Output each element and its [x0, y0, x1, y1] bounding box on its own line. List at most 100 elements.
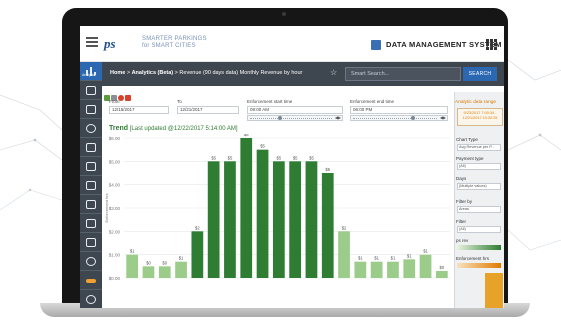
bar [142, 266, 155, 278]
bar [387, 261, 399, 278]
ticket-icon [86, 279, 96, 283]
monitor-icon [86, 105, 96, 114]
document-icon [86, 181, 96, 190]
apps-grid-icon[interactable] [486, 39, 497, 50]
sidebar-item-close[interactable] [80, 214, 102, 233]
sidebar-item-analytics[interactable]: Analytic [80, 62, 102, 81]
sidebar-item-enforcement[interactable] [80, 138, 102, 157]
bar [126, 254, 139, 278]
stepper-arrows-icon[interactable]: ◀▶ [440, 115, 446, 120]
chart-title: Trend [Last updated @12/22/2017 5:14:00 … [109, 125, 238, 132]
sidebar-item-signal[interactable] [80, 290, 102, 308]
enforcement-color-legend [457, 263, 501, 268]
car-icon [86, 124, 96, 133]
start-time-input[interactable]: 09:00 AM [247, 106, 343, 114]
favorite-star-icon[interactable]: ☆ [330, 68, 337, 77]
bar-data-label: $1 [407, 253, 412, 258]
y-tick-label: $5.00 [109, 159, 121, 164]
sidebar-item-documents[interactable] [80, 176, 102, 195]
top-header: ps SMARTER PARKINGS for SMART CITIES DAT… [80, 26, 504, 62]
breadcrumb-separator: > [174, 70, 178, 76]
sidebar-item-reports[interactable] [80, 233, 102, 252]
sidebar-item-monitor[interactable] [80, 100, 102, 119]
bar-data-label: $5 [228, 155, 233, 160]
bar-data-label: $0 [162, 260, 167, 265]
y-tick-label: $1.00 [109, 253, 121, 258]
search-button[interactable]: SEARCH [463, 67, 497, 81]
bar [370, 261, 383, 278]
bar [305, 161, 318, 278]
bar-data-label: $1 [391, 256, 396, 261]
list-icon [86, 162, 96, 171]
image-export-icon[interactable] [125, 95, 131, 101]
bar [354, 261, 367, 278]
sidebar-item-users[interactable] [80, 252, 102, 271]
payment-type-label: Payment type [456, 156, 484, 161]
logo: ps [104, 36, 116, 51]
to-date-input[interactable]: 12/21/2017 [177, 106, 239, 114]
database-icon [371, 40, 381, 50]
chart-title-label: Trend [109, 125, 129, 132]
camera-icon [282, 12, 286, 16]
y-tick-label: $0.00 [109, 276, 121, 281]
end-time-slider[interactable]: ◀▶ [350, 115, 448, 121]
bar-chart-icon [86, 238, 96, 247]
days-select[interactable]: (Multiple values) [457, 183, 501, 190]
filter-by-label: Filter by [456, 199, 473, 204]
bar-data-label: $1 [423, 249, 428, 254]
end-time-input[interactable]: 06:00 PM [350, 106, 448, 114]
sidebar: Analytic [80, 62, 102, 308]
app-title: DATA MANAGEMENT SYSTEM [386, 40, 502, 49]
y-tick-label: $2.00 [109, 229, 121, 234]
to-label: To [177, 99, 182, 104]
logo-text: SMARTER PARKINGS for SMART CITIES [142, 36, 207, 50]
slider-handle[interactable] [278, 116, 282, 120]
slider-handle[interactable] [411, 116, 415, 120]
sidebar-item-map[interactable] [80, 81, 102, 100]
bar-data-label: $5 [277, 155, 282, 160]
logo-line1: SMARTER PARKINGS [142, 36, 207, 42]
bar-data-label: $5 [211, 155, 216, 160]
bar-data-label: $1 [130, 249, 135, 254]
bar-data-label: $6 [244, 134, 249, 137]
sidebar-item-vehicles[interactable] [80, 119, 102, 138]
breadcrumb: Home > Analytics (Beta) > Revenue (90 da… [110, 70, 302, 76]
filter-select[interactable]: (All) [457, 226, 501, 233]
logo-line2: for SMART CITIES [142, 43, 196, 49]
hand-icon [86, 143, 96, 152]
bar [158, 266, 171, 278]
search-input[interactable] [345, 67, 461, 81]
close-box-icon [86, 219, 96, 228]
bar-data-label: $5 [260, 144, 265, 149]
sidebar-item-tickets[interactable] [80, 271, 102, 290]
chart-type-select[interactable]: Avg Revenue per P... [457, 144, 501, 151]
wrench-icon [86, 200, 96, 209]
sidebar-item-label: Analytic [82, 73, 95, 77]
bar-data-label: $1 [358, 256, 363, 261]
filter-by-select[interactable]: Areas [457, 206, 501, 213]
y-tick-label: $4.00 [109, 183, 121, 188]
bar-data-label: $5 [309, 155, 314, 160]
breadcrumb-home[interactable]: Home [110, 70, 125, 76]
payment-type-select[interactable]: (All) [457, 163, 501, 170]
app-screen: ps SMARTER PARKINGS for SMART CITIES DAT… [80, 26, 504, 308]
bar-data-label: $0 [146, 260, 151, 265]
bar-data-label: $5 [293, 155, 298, 160]
bar-data-label: $2 [342, 225, 347, 230]
sidebar-item-tools[interactable] [80, 195, 102, 214]
hamburger-icon[interactable] [86, 37, 98, 48]
bar [403, 259, 416, 278]
breadcrumb-analytics[interactable]: Analytics (Beta) [132, 70, 174, 76]
toolbar [104, 88, 132, 101]
bar [419, 254, 432, 278]
bar [175, 261, 187, 278]
bar [207, 161, 220, 278]
ps-rev-color-legend [457, 245, 501, 250]
ps-rev-legend-label: ps rev [456, 238, 469, 243]
stepper-arrows-icon[interactable]: ◀▶ [335, 115, 341, 120]
bar-data-label: $2 [195, 225, 200, 230]
from-date-input[interactable]: 12/15/2017 [109, 106, 169, 114]
start-time-slider[interactable]: ◀▶ [247, 115, 343, 121]
sidebar-item-list[interactable] [80, 157, 102, 176]
y-axis-label: Enforcement hrs [104, 193, 109, 222]
